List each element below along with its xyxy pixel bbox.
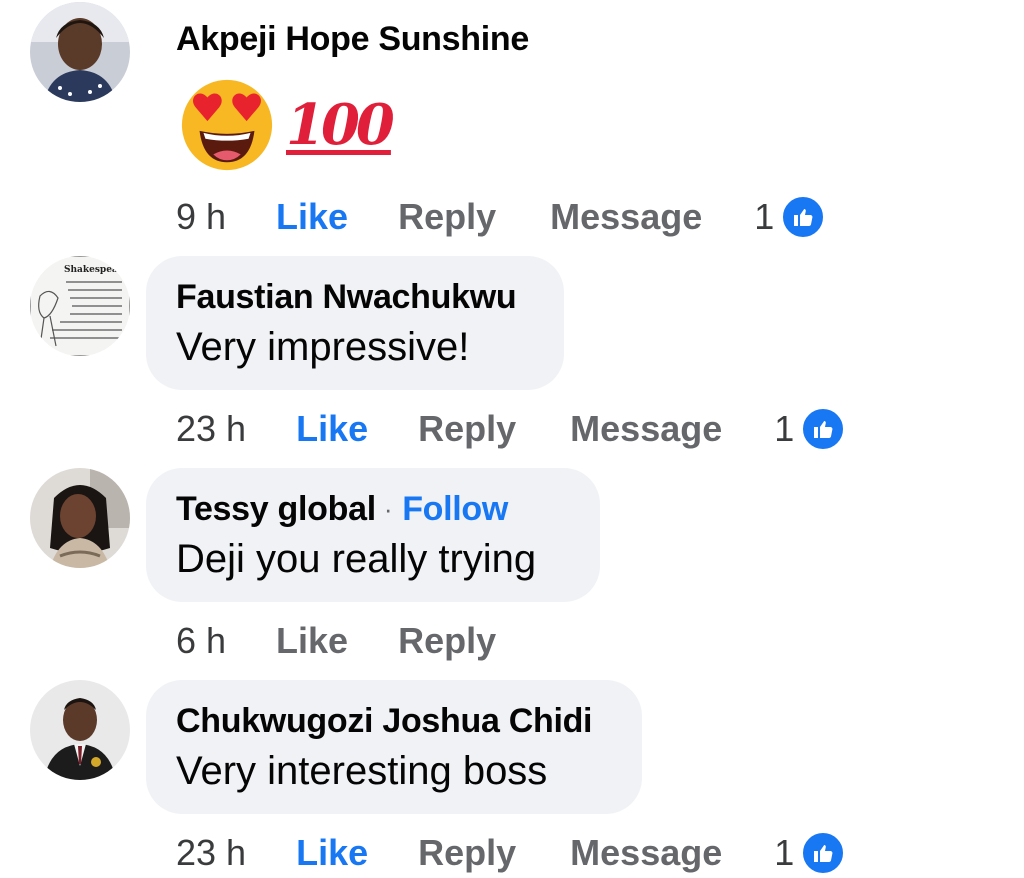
separator-dot: · (383, 494, 393, 524)
comment-bubble[interactable]: Faustian Nwachukwu Very impressive! (146, 256, 564, 390)
comment-author[interactable]: Faustian Nwachukwu (176, 278, 564, 317)
thumbs-up-icon (780, 194, 827, 240)
comment-header: Tessy global · Follow (176, 490, 600, 529)
avatar-caption: Shakespeare s... (64, 265, 130, 275)
avatar[interactable] (30, 2, 130, 102)
reaction-count[interactable]: 1 (774, 832, 794, 874)
comment-text: Very impressive! (176, 325, 470, 369)
reaction-count[interactable]: 1 (774, 408, 794, 450)
comment-author[interactable]: Tessy global (176, 490, 376, 529)
timestamp[interactable]: 9 h (176, 196, 226, 238)
comment-actions: 23 h Like Reply Message 1 (176, 404, 847, 454)
message-button[interactable]: Message (570, 408, 722, 450)
reply-button[interactable]: Reply (418, 832, 516, 874)
comment-author[interactable]: Chukwugozi Joshua Chidi (176, 702, 642, 741)
message-button[interactable]: Message (570, 832, 722, 874)
comment-emoji-content: 100 (178, 76, 395, 174)
comment-bubble[interactable]: Chukwugozi Joshua Chidi Very interesting… (146, 680, 642, 814)
comment-text: Deji you really trying (176, 537, 537, 581)
heart-eyes-emoji-icon (181, 79, 273, 171)
timestamp[interactable]: 6 h (176, 620, 226, 662)
thumbs-up-icon (800, 830, 847, 876)
like-button[interactable]: Like (276, 620, 348, 662)
message-button[interactable]: Message (550, 196, 702, 238)
like-button[interactable]: Like (296, 832, 368, 874)
like-button[interactable]: Like (276, 196, 348, 238)
comment-bubble[interactable]: Tessy global · Follow Deji you really tr… (146, 468, 600, 602)
timestamp[interactable]: 23 h (176, 408, 246, 450)
follow-button[interactable]: Follow (402, 490, 508, 529)
avatar[interactable] (30, 680, 130, 780)
reaction-count[interactable]: 1 (754, 196, 774, 238)
hundred-points-icon: 100 (286, 92, 395, 158)
reply-button[interactable]: Reply (418, 408, 516, 450)
timestamp[interactable]: 23 h (176, 832, 246, 874)
comment-actions: 23 h Like Reply Message 1 (176, 828, 847, 878)
comment-text: Very interesting boss (176, 749, 548, 793)
thumbs-up-icon (800, 406, 847, 452)
avatar[interactable] (30, 468, 130, 568)
like-button[interactable]: Like (296, 408, 368, 450)
comment-actions: 9 h Like Reply Message 1 (176, 192, 827, 242)
reply-button[interactable]: Reply (398, 620, 496, 662)
avatar[interactable]: Shakespeare s... (30, 256, 130, 356)
comment-actions: 6 h Like Reply (176, 616, 496, 666)
reply-button[interactable]: Reply (398, 196, 496, 238)
comment-author[interactable]: Akpeji Hope Sunshine (176, 20, 529, 59)
